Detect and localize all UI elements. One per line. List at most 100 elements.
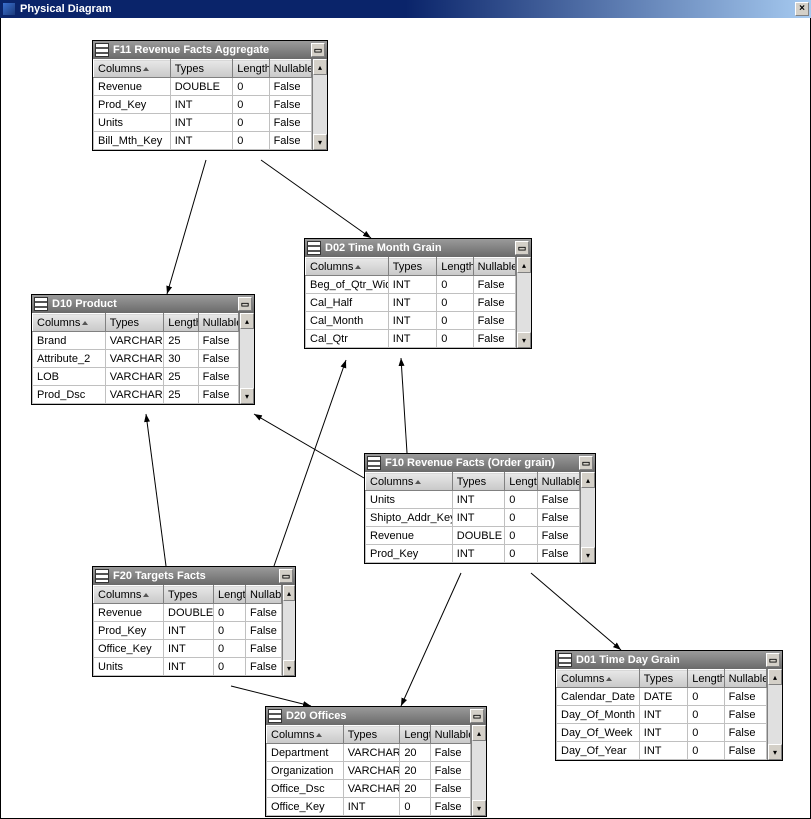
table-d02[interactable]: D02 Time Month Grain▭ColumnsTypesLengthN… <box>304 238 532 349</box>
table-row[interactable]: UnitsINT0False <box>94 658 282 676</box>
restore-icon[interactable]: ▭ <box>579 456 593 470</box>
column-header-types[interactable]: Types <box>164 586 214 604</box>
column-header-columns[interactable]: Columns <box>94 60 171 78</box>
close-icon[interactable]: × <box>795 2 809 16</box>
column-header-nullable[interactable]: Nullable <box>198 314 238 332</box>
table-f20[interactable]: F20 Targets Facts▭ColumnsTypesLengthNull… <box>92 566 296 677</box>
column-header-nullable[interactable]: Nullable <box>269 60 311 78</box>
scrollbar[interactable]: ▴▾ <box>580 472 595 563</box>
column-header-columns[interactable]: Columns <box>366 473 453 491</box>
table-row[interactable]: Office_DscVARCHAR20False <box>267 780 471 798</box>
scroll-down-icon[interactable]: ▾ <box>472 800 486 816</box>
table-row[interactable]: DepartmentVARCHAR20False <box>267 744 471 762</box>
scroll-track[interactable] <box>313 75 327 134</box>
table-d01[interactable]: D01 Time Day Grain▭ColumnsTypesLengthNul… <box>555 650 783 761</box>
table-header[interactable]: F10 Revenue Facts (Order grain)▭ <box>365 454 595 472</box>
column-header-length[interactable]: Length <box>164 314 198 332</box>
column-header-columns[interactable]: Columns <box>94 586 164 604</box>
column-header-length[interactable]: Length <box>233 60 269 78</box>
scroll-track[interactable] <box>472 741 486 800</box>
restore-icon[interactable]: ▭ <box>470 709 484 723</box>
table-d20[interactable]: D20 Offices▭ColumnsTypesLengthNullableDe… <box>265 706 487 817</box>
table-header[interactable]: D20 Offices▭ <box>266 707 486 725</box>
table-row[interactable]: BrandVARCHAR25False <box>33 332 239 350</box>
table-row[interactable]: OrganizationVARCHAR20False <box>267 762 471 780</box>
scroll-up-icon[interactable]: ▴ <box>768 669 782 685</box>
scroll-down-icon[interactable]: ▾ <box>581 547 595 563</box>
table-header[interactable]: D02 Time Month Grain▭ <box>305 239 531 257</box>
column-header-types[interactable]: Types <box>388 258 436 276</box>
scroll-track[interactable] <box>581 488 595 547</box>
column-header-nullable[interactable]: Nullable <box>430 726 470 744</box>
scroll-up-icon[interactable]: ▴ <box>517 257 531 273</box>
restore-icon[interactable]: ▭ <box>279 569 293 583</box>
table-row[interactable]: Cal_MonthINT0False <box>306 312 516 330</box>
table-row[interactable]: Prod_KeyINT0False <box>94 96 312 114</box>
table-row[interactable]: LOBVARCHAR25False <box>33 368 239 386</box>
table-row[interactable]: UnitsINT0False <box>366 491 580 509</box>
scroll-down-icon[interactable]: ▾ <box>313 134 327 150</box>
table-header[interactable]: D10 Product▭ <box>32 295 254 313</box>
column-header-nullable[interactable]: Nullable <box>724 670 766 688</box>
column-header-types[interactable]: Types <box>105 314 164 332</box>
restore-icon[interactable]: ▭ <box>515 241 529 255</box>
scrollbar[interactable]: ▴▾ <box>239 313 254 404</box>
scroll-track[interactable] <box>517 273 531 332</box>
table-row[interactable]: RevenueDOUBLE0False <box>366 527 580 545</box>
table-row[interactable]: Prod_KeyINT0False <box>366 545 580 563</box>
table-row[interactable]: UnitsINT0False <box>94 114 312 132</box>
table-row[interactable]: Beg_of_Qtr_WidINT0False <box>306 276 516 294</box>
table-row[interactable]: Cal_HalfINT0False <box>306 294 516 312</box>
scrollbar[interactable]: ▴▾ <box>282 585 295 676</box>
table-row[interactable]: Day_Of_WeekINT0False <box>557 724 767 742</box>
column-header-nullable[interactable]: Nullable <box>246 586 282 604</box>
scroll-down-icon[interactable]: ▾ <box>240 388 254 404</box>
table-f11[interactable]: F11 Revenue Facts Aggregate▭ColumnsTypes… <box>92 40 328 151</box>
scroll-track[interactable] <box>240 329 254 388</box>
table-row[interactable]: RevenueDOUBLE0False <box>94 604 282 622</box>
column-header-types[interactable]: Types <box>639 670 687 688</box>
column-header-types[interactable]: Types <box>170 60 233 78</box>
table-f10[interactable]: F10 Revenue Facts (Order grain)▭ColumnsT… <box>364 453 596 564</box>
table-row[interactable]: Prod_DscVARCHAR25False <box>33 386 239 404</box>
scroll-track[interactable] <box>768 685 782 744</box>
table-row[interactable]: Cal_QtrINT0False <box>306 330 516 348</box>
table-row[interactable]: Office_KeyINT0False <box>94 640 282 658</box>
scroll-down-icon[interactable]: ▾ <box>283 660 295 676</box>
table-row[interactable]: Day_Of_MonthINT0False <box>557 706 767 724</box>
column-header-length[interactable]: Length <box>505 473 537 491</box>
column-header-types[interactable]: Types <box>452 473 504 491</box>
table-row[interactable]: Shipto_Addr_KeyINT0False <box>366 509 580 527</box>
table-row[interactable]: RevenueDOUBLE0False <box>94 78 312 96</box>
column-header-columns[interactable]: Columns <box>557 670 640 688</box>
table-row[interactable]: Prod_KeyINT0False <box>94 622 282 640</box>
restore-icon[interactable]: ▭ <box>238 297 252 311</box>
window-titlebar[interactable]: Physical Diagram × <box>0 0 811 18</box>
restore-icon[interactable]: ▭ <box>311 43 325 57</box>
column-header-length[interactable]: Length <box>437 258 473 276</box>
column-header-length[interactable]: Length <box>688 670 724 688</box>
table-header[interactable]: F20 Targets Facts▭ <box>93 567 295 585</box>
restore-icon[interactable]: ▭ <box>766 653 780 667</box>
diagram-canvas[interactable]: F11 Revenue Facts Aggregate▭ColumnsTypes… <box>0 18 811 819</box>
column-header-types[interactable]: Types <box>343 726 400 744</box>
column-header-columns[interactable]: Columns <box>33 314 106 332</box>
table-row[interactable]: Office_KeyINT0False <box>267 798 471 816</box>
table-row[interactable]: Day_Of_YearINT0False <box>557 742 767 760</box>
column-header-length[interactable]: Length <box>214 586 246 604</box>
table-row[interactable]: Calendar_DateDATE0False <box>557 688 767 706</box>
table-header[interactable]: F11 Revenue Facts Aggregate▭ <box>93 41 327 59</box>
table-header[interactable]: D01 Time Day Grain▭ <box>556 651 782 669</box>
scrollbar[interactable]: ▴▾ <box>312 59 327 150</box>
column-header-nullable[interactable]: Nullable <box>473 258 515 276</box>
scroll-up-icon[interactable]: ▴ <box>313 59 327 75</box>
column-header-columns[interactable]: Columns <box>306 258 389 276</box>
scroll-up-icon[interactable]: ▴ <box>240 313 254 329</box>
scroll-down-icon[interactable]: ▾ <box>768 744 782 760</box>
column-header-length[interactable]: Length <box>400 726 430 744</box>
scrollbar[interactable]: ▴▾ <box>767 669 782 760</box>
scrollbar[interactable]: ▴▾ <box>471 725 486 816</box>
scroll-up-icon[interactable]: ▴ <box>283 585 295 601</box>
scrollbar[interactable]: ▴▾ <box>516 257 531 348</box>
scroll-track[interactable] <box>283 601 295 660</box>
